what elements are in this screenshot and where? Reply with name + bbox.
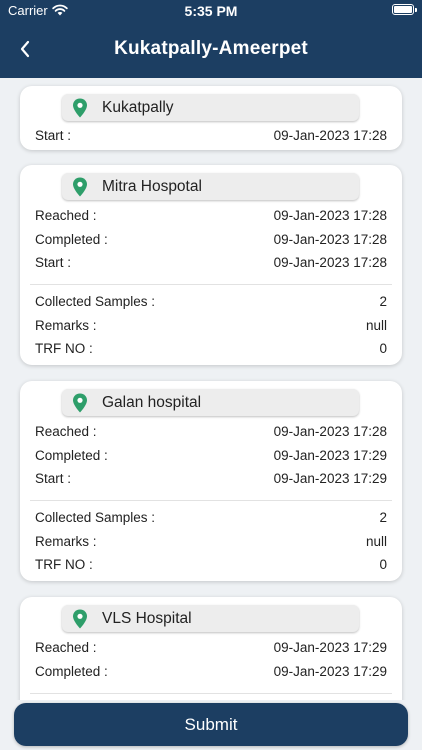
time-row: Completed : 09-Jan-2023 17:28 [35,229,387,249]
detail-row: Collected Samples : 2 [35,291,387,311]
time-value: 09-Jan-2023 17:29 [273,447,387,463]
detail-label: Collected Samples : [35,509,156,525]
time-row: Completed : 09-Jan-2023 17:29 [35,661,387,681]
time-row: Start : 09-Jan-2023 17:29 [35,468,387,488]
detail-value: 0 [379,556,387,572]
time-label: Reached : [35,207,97,223]
time-label: Completed : [35,231,108,247]
stops-list[interactable]: Kukatpally Start : 09-Jan-2023 17:28 Mit… [0,78,422,700]
time-row: Completed : 09-Jan-2023 17:29 [35,445,387,465]
time-value: 09-Jan-2023 17:28 [273,423,387,439]
stop-card-galan-hospital: Galan hospital Reached : 09-Jan-2023 17:… [20,381,402,581]
time-row: Start : 09-Jan-2023 17:28 [35,125,387,145]
status-time: 5:35 PM [184,3,238,19]
stop-name: VLS Hospital [102,609,192,627]
time-label: Completed : [35,663,108,679]
stop-card-mitra-hospotal: Mitra Hospotal Reached : 09-Jan-2023 17:… [20,165,402,365]
time-row: Reached : 09-Jan-2023 17:28 [35,421,387,441]
time-label: Reached : [35,423,97,439]
divider [30,284,392,285]
detail-row: Remarks : null [35,315,387,335]
battery-icon [392,4,417,15]
submit-button[interactable]: Submit [14,703,408,746]
stop-card-vls-hospital: VLS Hospital Reached : 09-Jan-2023 17:29… [20,597,402,700]
location-pin-icon [73,609,87,628]
detail-label: Remarks : [35,533,97,549]
detail-label: TRF NO : [35,340,93,356]
detail-row: TRF NO : 0 [35,554,387,574]
top-bar: Carrier 5:35 PM Kukatpally-Ameerpet [0,0,422,78]
detail-value: 0 [379,340,387,356]
time-row: Reached : 09-Jan-2023 17:28 [35,205,387,225]
location-pin-icon [73,177,87,196]
time-value: 09-Jan-2023 17:29 [273,639,387,655]
time-row: Reached : 09-Jan-2023 17:29 [35,637,387,657]
detail-label: Collected Samples : [35,293,156,309]
time-label: Start : [35,470,72,486]
location-pin-icon [73,98,87,117]
time-value: 09-Jan-2023 17:28 [273,207,387,223]
time-label: Start : [35,254,72,270]
stop-location-pill: VLS Hospital [62,605,359,632]
location-pin-icon [73,393,87,412]
time-row: Start : 09-Jan-2023 17:28 [35,252,387,272]
divider [30,500,392,501]
time-value: 09-Jan-2023 17:29 [273,470,387,486]
detail-value: null [365,533,387,549]
time-label: Completed : [35,447,108,463]
bottom-bar: Submit [0,700,422,750]
divider [30,693,392,694]
detail-row: Collected Samples : 2 [35,507,387,527]
time-label: Start : [35,127,72,143]
stop-location-pill: Galan hospital [62,389,359,416]
stop-name: Kukatpally [102,98,174,116]
time-label: Reached : [35,639,97,655]
detail-row: TRF NO : 0 [35,338,387,358]
detail-label: TRF NO : [35,556,93,572]
stop-card-kukatpally: Kukatpally Start : 09-Jan-2023 17:28 [20,86,402,150]
stop-location-pill: Kukatpally [62,94,359,121]
detail-value: 2 [379,509,387,525]
detail-label: Remarks : [35,317,97,333]
stop-location-pill: Mitra Hospotal [62,173,359,200]
stop-name: Mitra Hospotal [102,177,202,195]
page-title: Kukatpally-Ameerpet [114,38,308,59]
detail-row: Remarks : null [35,531,387,551]
detail-value: 2 [379,293,387,309]
status-bar: Carrier 5:35 PM [0,0,422,24]
time-value: 09-Jan-2023 17:28 [273,254,387,270]
time-value: 09-Jan-2023 17:28 [273,231,387,247]
time-value: 09-Jan-2023 17:28 [273,127,387,143]
detail-value: null [365,317,387,333]
time-value: 09-Jan-2023 17:29 [273,663,387,679]
stop-name: Galan hospital [102,393,202,411]
